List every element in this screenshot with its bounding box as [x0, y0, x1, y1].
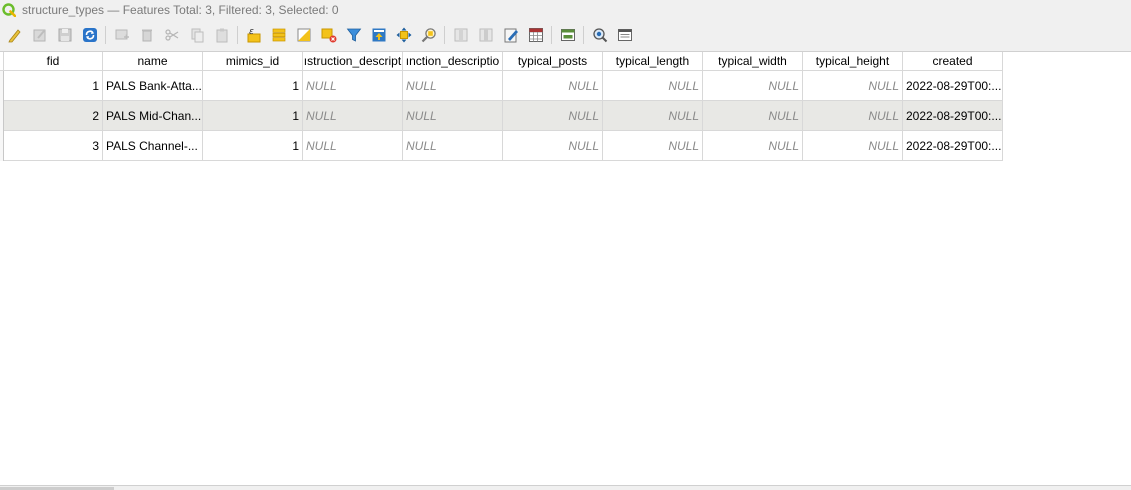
toolbar-separator	[105, 25, 106, 44]
delete-feature-icon[interactable]	[134, 23, 159, 47]
column-header-construction-description[interactable]: ıstruction_descript	[303, 52, 403, 71]
add-feature-icon[interactable]	[109, 23, 134, 47]
cell-typical-posts[interactable]: NULL	[503, 71, 603, 101]
toolbar-separator	[551, 25, 552, 44]
cell-typical-posts[interactable]: NULL	[503, 101, 603, 131]
cell-created[interactable]: 2022-08-29T00:...	[903, 131, 1003, 161]
cell-typical-width[interactable]: NULL	[703, 71, 803, 101]
form-view-icon[interactable]	[612, 23, 637, 47]
invert-selection-icon[interactable]	[291, 23, 316, 47]
toolbar-separator	[444, 25, 445, 44]
table-row[interactable]: 1 PALS Bank-Atta... 1 NULL NULL NULL NUL…	[0, 71, 1003, 101]
cell-typical-length[interactable]: NULL	[603, 101, 703, 131]
cell-construction-description[interactable]: NULL	[303, 101, 403, 131]
window-title: structure_types — Features Total: 3, Fil…	[22, 2, 339, 17]
cell-typical-height[interactable]: NULL	[803, 71, 903, 101]
attribute-table: fid name mimics_id ıstruction_descript ı…	[0, 51, 1131, 485]
svg-text:ε: ε	[249, 27, 254, 37]
attribute-table-toolbar: ε	[0, 19, 1131, 50]
column-header-mimics-id[interactable]: mimics_id	[203, 52, 303, 71]
pan-to-selection-icon[interactable]	[391, 23, 416, 47]
new-field-icon[interactable]	[448, 23, 473, 47]
select-by-expression-icon[interactable]: ε	[241, 23, 266, 47]
column-header-created[interactable]: created	[903, 52, 1003, 71]
cell-construction-description[interactable]: NULL	[303, 71, 403, 101]
table-header-row: fid name mimics_id ıstruction_descript ı…	[0, 52, 1003, 71]
window-titlebar: structure_types — Features Total: 3, Fil…	[0, 0, 1131, 19]
dock-table-icon[interactable]	[555, 23, 580, 47]
cell-fid[interactable]: 3	[4, 131, 103, 161]
cell-mimics-id[interactable]: 1	[203, 71, 303, 101]
toolbar-separator	[237, 25, 238, 44]
delete-field-icon[interactable]	[473, 23, 498, 47]
open-field-calculator-icon[interactable]	[498, 23, 523, 47]
column-header-name[interactable]: name	[103, 52, 203, 71]
cell-name[interactable]: PALS Bank-Atta...	[103, 71, 203, 101]
move-selection-to-top-icon[interactable]	[366, 23, 391, 47]
cell-created[interactable]: 2022-08-29T00:...	[903, 71, 1003, 101]
cell-created[interactable]: 2022-08-29T00:...	[903, 101, 1003, 131]
deselect-all-icon[interactable]	[316, 23, 341, 47]
cell-typical-posts[interactable]: NULL	[503, 131, 603, 161]
column-header-typical-height[interactable]: typical_height	[803, 52, 903, 71]
column-header-typical-posts[interactable]: typical_posts	[503, 52, 603, 71]
cell-mimics-id[interactable]: 1	[203, 131, 303, 161]
copy-icon[interactable]	[184, 23, 209, 47]
select-all-icon[interactable]	[266, 23, 291, 47]
cell-function-description[interactable]: NULL	[403, 71, 503, 101]
toggle-editing-icon[interactable]	[2, 23, 27, 47]
column-header-fid[interactable]: fid	[4, 52, 103, 71]
cell-function-description[interactable]: NULL	[403, 101, 503, 131]
column-header-typical-length[interactable]: typical_length	[603, 52, 703, 71]
filter-icon[interactable]	[341, 23, 366, 47]
qgis-logo-icon	[2, 2, 17, 17]
table-row[interactable]: 2 PALS Mid-Chan... 1 NULL NULL NULL NULL…	[0, 101, 1003, 131]
save-edits-icon[interactable]	[52, 23, 77, 47]
cell-typical-length[interactable]: NULL	[603, 71, 703, 101]
search-actions-icon[interactable]	[587, 23, 612, 47]
conditional-formatting-icon[interactable]	[523, 23, 548, 47]
cell-construction-description[interactable]: NULL	[303, 131, 403, 161]
cell-fid[interactable]: 2	[4, 101, 103, 131]
cell-typical-width[interactable]: NULL	[703, 101, 803, 131]
cell-typical-height[interactable]: NULL	[803, 101, 903, 131]
cell-fid[interactable]: 1	[4, 71, 103, 101]
cut-icon[interactable]	[159, 23, 184, 47]
multi-edit-icon[interactable]	[27, 23, 52, 47]
reload-icon[interactable]	[77, 23, 102, 47]
cell-typical-height[interactable]: NULL	[803, 131, 903, 161]
table-row[interactable]: 3 PALS Channel-... 1 NULL NULL NULL NULL…	[0, 131, 1003, 161]
zoom-to-selection-icon[interactable]	[416, 23, 441, 47]
paste-icon[interactable]	[209, 23, 234, 47]
cell-name[interactable]: PALS Mid-Chan...	[103, 101, 203, 131]
column-header-typical-width[interactable]: typical_width	[703, 52, 803, 71]
cell-mimics-id[interactable]: 1	[203, 101, 303, 131]
cell-function-description[interactable]: NULL	[403, 131, 503, 161]
toolbar-separator	[583, 25, 584, 44]
column-header-function-description[interactable]: ınction_descriptio	[403, 52, 503, 71]
bottom-bar	[0, 485, 1131, 490]
cell-name[interactable]: PALS Channel-...	[103, 131, 203, 161]
cell-typical-width[interactable]: NULL	[703, 131, 803, 161]
cell-typical-length[interactable]: NULL	[603, 131, 703, 161]
